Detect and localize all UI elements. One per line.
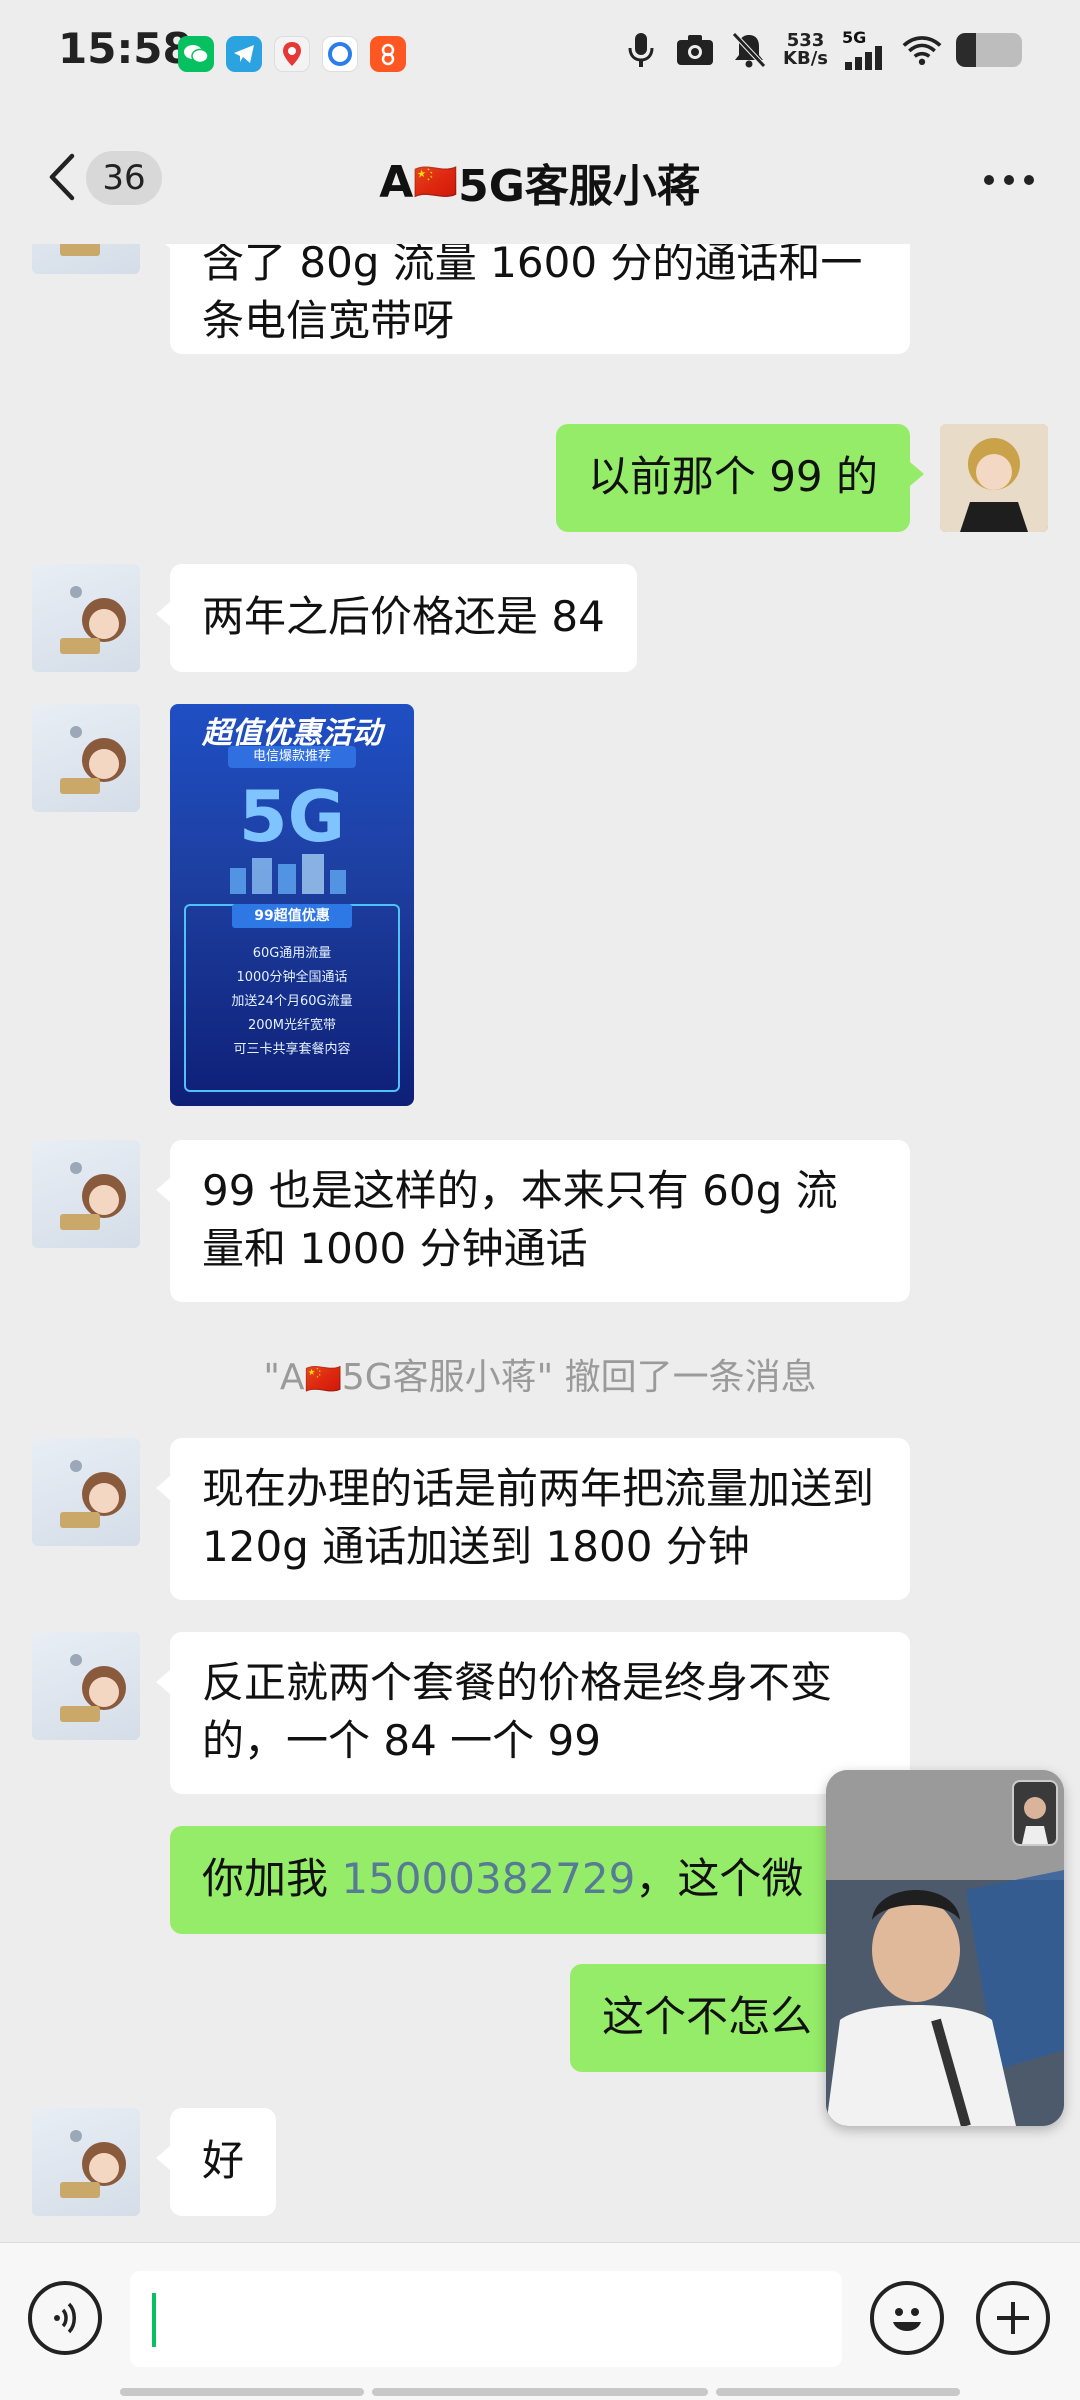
chat-title-suffix: 5G客服小蒋 bbox=[458, 161, 701, 212]
emoji-button[interactable] bbox=[870, 2281, 944, 2355]
network-type: 5G bbox=[842, 28, 867, 47]
message-bubble-outgoing[interactable]: 以前那个 99 的 bbox=[555, 424, 925, 532]
signal-icon: 5G bbox=[842, 30, 888, 70]
floating-video-window[interactable] bbox=[826, 1770, 1064, 2126]
message-bubble-incoming[interactable]: 99 也是这样的，本来只有 60g 流量和 1000 分钟通话 bbox=[156, 1140, 910, 1302]
contact-avatar[interactable] bbox=[32, 1632, 140, 1740]
more-functions-button[interactable] bbox=[976, 2281, 1050, 2355]
message-text: 含了 80g 流量 1600 分的通话和一条电信宽带呀 bbox=[202, 244, 863, 345]
notification-icons bbox=[178, 36, 406, 72]
gesture-bar-segment bbox=[120, 2388, 364, 2396]
plus-icon bbox=[997, 2302, 1029, 2334]
app-icon bbox=[370, 36, 406, 72]
browser-icon bbox=[322, 36, 358, 72]
message-bubble-incoming[interactable]: 含了 80g 流量 1600 分的通话和一条电信宽带呀 bbox=[156, 244, 910, 354]
contact-avatar[interactable] bbox=[32, 244, 140, 274]
text-cursor bbox=[152, 2293, 156, 2347]
chat-title[interactable]: A 🇨🇳 5G客服小蒋 bbox=[0, 150, 1080, 214]
promo-panel: 99超值优惠 60G通用流量 1000分钟全国通话 加送24个月60G流量 20… bbox=[184, 904, 400, 1092]
promo-big-text: 5G bbox=[238, 776, 346, 858]
phone-number-link[interactable]: 15000382729 bbox=[341, 1854, 635, 1903]
contact-avatar[interactable] bbox=[32, 564, 140, 672]
message-text: 现在办理的话是前两年把流量加送到 120g 通话加送到 1800 分钟 bbox=[202, 1464, 875, 1571]
self-view-thumbnail[interactable] bbox=[1012, 1780, 1058, 1846]
battery-level bbox=[956, 33, 976, 67]
message-text: 99 也是这样的，本来只有 60g 流量和 1000 分钟通话 bbox=[202, 1166, 838, 1273]
message-text: 这个不怎么 bbox=[602, 1992, 813, 2041]
promo-tagline: 电信爆款推荐 bbox=[228, 746, 356, 768]
message-text: 你加我 bbox=[202, 1854, 342, 1903]
contact-avatar[interactable] bbox=[32, 704, 140, 812]
gesture-bar-segment bbox=[716, 2388, 960, 2396]
promo-feature: 60G通用流量 bbox=[252, 946, 332, 961]
chat-header: 36 A 🇨🇳 5G客服小蒋 bbox=[0, 110, 1080, 244]
my-avatar[interactable] bbox=[940, 424, 1048, 532]
message-bubble-incoming[interactable]: 现在办理的话是前两年把流量加送到 120g 通话加送到 1800 分钟 bbox=[156, 1438, 910, 1600]
promo-feature: 加送24个月60G流量 bbox=[231, 994, 353, 1009]
contact-avatar[interactable] bbox=[32, 2108, 140, 2216]
telegram-icon bbox=[226, 36, 262, 72]
message-bubble-incoming[interactable]: 好 bbox=[155, 2108, 277, 2216]
status-time: 15:58 bbox=[58, 24, 192, 73]
wechat-icon bbox=[178, 36, 214, 72]
recall-notice-suffix: 5G客服小蒋" 撤回了一条消息 bbox=[341, 1357, 817, 1398]
status-bar: 15:58 533 KB/s 5G bbox=[0, 0, 1080, 110]
promo-image-message[interactable]: 超值优惠活动 电信爆款推荐 5G 99超值优惠 60G通用流量 1000分钟全国… bbox=[170, 704, 414, 1106]
gesture-bar-segment bbox=[372, 2388, 708, 2396]
voice-icon bbox=[54, 2302, 76, 2334]
baidu-maps-icon bbox=[274, 36, 310, 72]
promo-feature: 可三卡共享套餐内容 bbox=[233, 1042, 351, 1057]
network-speed: 533 KB/s bbox=[783, 32, 828, 68]
camera-icon bbox=[675, 30, 715, 70]
chat-title-flag: 🇨🇳 bbox=[413, 162, 459, 203]
message-input[interactable] bbox=[130, 2271, 842, 2367]
microphone-icon bbox=[621, 30, 661, 70]
recall-notice-prefix: "A bbox=[263, 1357, 305, 1398]
message-text: 反正就两个套餐的价格是终身不变的，一个 84 一个 99 bbox=[202, 1658, 833, 1765]
battery-icon bbox=[956, 33, 1022, 67]
message-text: 两年之后价格还是 84 bbox=[202, 592, 605, 641]
voice-input-button[interactable] bbox=[28, 2281, 102, 2355]
message-bubble-incoming[interactable]: 反正就两个套餐的价格是终身不变的，一个 84 一个 99 bbox=[156, 1632, 910, 1794]
promo-feature: 1000分钟全国通话 bbox=[236, 970, 348, 985]
recall-notice-flag: 🇨🇳 bbox=[304, 1362, 342, 1397]
contact-avatar[interactable] bbox=[32, 1438, 140, 1546]
message-bubble-incoming[interactable]: 两年之后价格还是 84 bbox=[156, 564, 637, 672]
chat-title-prefix: A bbox=[379, 156, 414, 208]
contact-avatar[interactable] bbox=[32, 1140, 140, 1248]
message-bubble-outgoing[interactable]: 你加我 15000382729，这个微 bbox=[170, 1826, 910, 1934]
promo-panel-title: 99超值优惠 bbox=[232, 904, 352, 928]
system-icons: 533 KB/s 5G bbox=[621, 30, 1022, 70]
smiley-icon bbox=[893, 2308, 921, 2331]
promo-buildings bbox=[220, 854, 364, 894]
message-text: ，这个微 bbox=[635, 1854, 804, 1903]
network-speed-unit: KB/s bbox=[783, 48, 828, 69]
promo-features: 60G通用流量 1000分钟全国通话 加送24个月60G流量 200M光纤宽带 … bbox=[186, 942, 398, 1062]
recall-notice: "A🇨🇳5G客服小蒋" 撤回了一条消息 bbox=[0, 1348, 1080, 1400]
promo-feature: 200M光纤宽带 bbox=[247, 1018, 337, 1033]
more-options-icon[interactable] bbox=[974, 160, 1044, 200]
message-text: 以前那个 99 的 bbox=[587, 452, 878, 501]
message-text: 好 bbox=[202, 2136, 245, 2185]
wifi-icon bbox=[902, 30, 942, 70]
mute-bell-icon bbox=[729, 30, 769, 70]
chat-input-bar bbox=[0, 2242, 1080, 2400]
